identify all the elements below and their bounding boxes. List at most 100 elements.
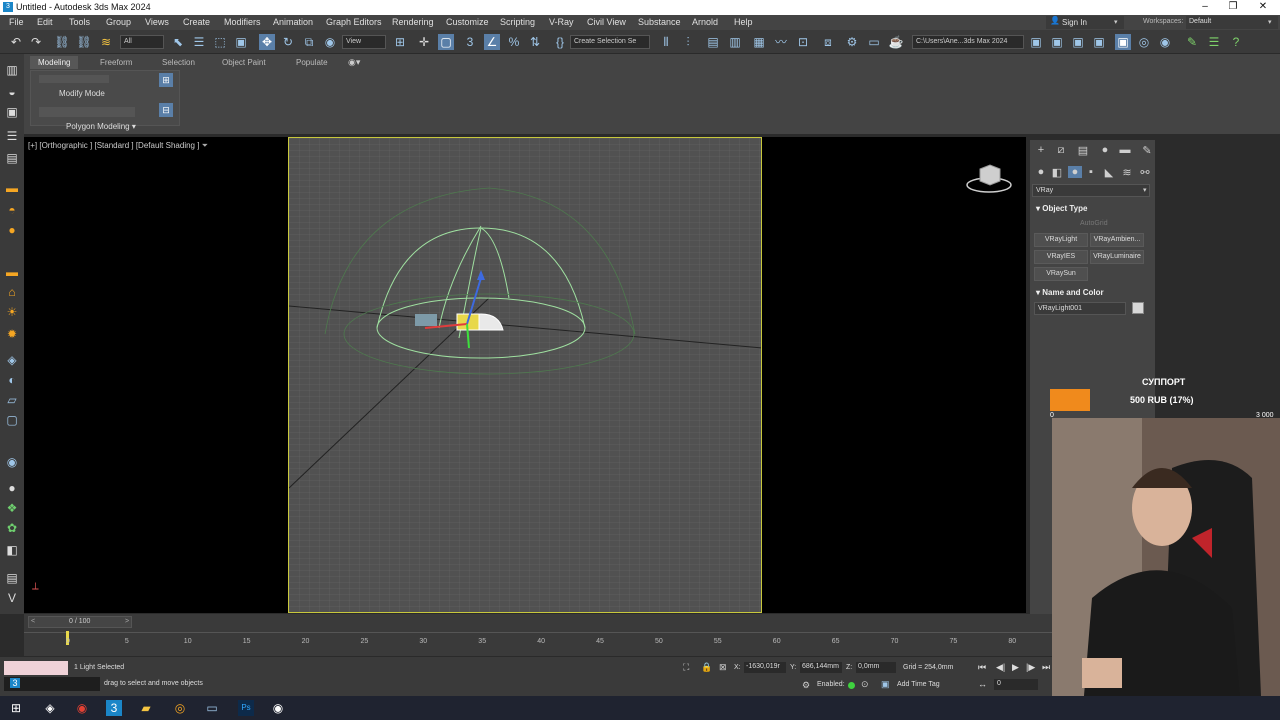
layer-explorer-icon[interactable]: ▥ — [727, 34, 743, 50]
x-coordinate-field[interactable]: -1630,019r — [744, 662, 786, 673]
vray-logo-icon[interactable]: V — [4, 590, 20, 606]
isolate-selection-icon[interactable]: ⛶ — [683, 662, 689, 673]
selection-lock-icon[interactable]: 🔒 — [701, 662, 712, 673]
create-panel-icon[interactable]: ▥ — [4, 62, 20, 78]
plane-icon[interactable]: ▱ — [4, 392, 20, 408]
toggle-ribbon-icon[interactable]: ▦ — [751, 34, 767, 50]
time-tag-icon[interactable]: ▣ — [881, 679, 890, 690]
decal-icon[interactable]: ▢ — [4, 412, 20, 428]
unlink-icon[interactable]: ⛓ — [76, 34, 92, 50]
tab-selection[interactable]: Selection — [154, 56, 203, 69]
align-icon[interactable]: ⫶ — [680, 34, 696, 50]
viewport-label-menu[interactable]: [+] [Orthographic ] [Standard ] [Default… — [28, 141, 208, 151]
menu-arnold[interactable]: Arnold — [692, 17, 718, 27]
name-color-rollout[interactable]: ▾ Name and Color — [1036, 288, 1104, 297]
category-dropdown[interactable]: VRay ▾ — [1032, 184, 1150, 197]
mirror-icon[interactable]: ⫴ — [658, 34, 674, 50]
absolute-mode-icon[interactable]: ⊠ — [719, 662, 727, 673]
vray-light-lister-icon[interactable]: ◎ — [1136, 34, 1152, 50]
sphere-light-icon[interactable]: ● — [4, 222, 20, 238]
vrayambient-button[interactable]: VRayAmbien... — [1090, 233, 1144, 247]
tab-modeling[interactable]: Modeling — [30, 56, 79, 69]
helpers-icon[interactable]: ◣ — [1102, 166, 1116, 179]
vray-toolbar-icon[interactable]: ▣ — [1115, 34, 1131, 50]
spinner-snap-icon[interactable]: ⇅ — [527, 34, 543, 50]
chrome-icon[interactable]: ◉ — [74, 700, 90, 716]
material-icon[interactable]: ◉ — [4, 454, 20, 470]
vrayies-button[interactable]: VRayIES — [1034, 250, 1088, 264]
menu-modifiers[interactable]: Modifiers — [224, 17, 261, 27]
close-button[interactable]: ✕ — [1254, 1, 1272, 12]
copilot-icon[interactable]: ◈ — [42, 700, 58, 716]
systems-icon[interactable]: ⚯ — [1138, 166, 1152, 179]
menu-animation[interactable]: Animation — [273, 17, 313, 27]
adaptive-degradation-icon[interactable]: ⚙ — [802, 680, 810, 691]
snaps-toggle-icon[interactable]: 3 — [462, 34, 478, 50]
select-object-icon[interactable]: ⬉ — [170, 34, 186, 50]
named-selection-dropdown[interactable]: Create Selection Se — [570, 35, 650, 49]
vray-frame-buffer-icon[interactable]: ▣ — [1049, 34, 1065, 50]
redo-icon[interactable]: ↷ — [28, 34, 44, 50]
maximize-button[interactable]: ❐ — [1224, 1, 1242, 12]
menu-graph-editors[interactable]: Graph Editors — [326, 17, 382, 27]
geometry-icon[interactable]: ● — [1034, 166, 1048, 178]
go-to-start-icon[interactable]: ⏮ — [978, 662, 986, 673]
rectangular-selection-icon[interactable]: ⬚ — [212, 34, 228, 50]
windows-start-icon[interactable]: ⊞ — [8, 700, 24, 716]
vray-interactive-icon[interactable]: ▣ — [1091, 34, 1107, 50]
project-folder-field[interactable]: C:\Users\Ane...3ds Max 2024 — [912, 35, 1024, 49]
bind-space-warp-icon[interactable]: ≋ — [98, 34, 114, 50]
add-time-tag[interactable]: Add Time Tag — [897, 681, 940, 688]
selection-filter-dropdown[interactable]: All — [120, 35, 164, 49]
viewcube[interactable] — [966, 161, 1012, 195]
open-project-icon[interactable]: ▣ — [1028, 34, 1044, 50]
schematic-view-icon[interactable]: ⊡ — [795, 34, 811, 50]
menu-substance[interactable]: Substance — [638, 17, 681, 27]
link-icon[interactable]: ⛓ — [54, 34, 70, 50]
tab-freeform[interactable]: Freeform — [92, 56, 140, 69]
lightmix-icon[interactable]: ✿ — [4, 520, 20, 536]
modify-mode-label[interactable]: Modify Mode — [59, 89, 105, 98]
vray-lightmix-icon[interactable]: ✎ — [1184, 34, 1200, 50]
select-manipulate-icon[interactable]: ✛ — [416, 34, 432, 50]
sun-light-icon[interactable]: ☀ — [4, 304, 20, 320]
ies-light-icon[interactable]: ⌂ — [4, 284, 20, 300]
vray-render-icon[interactable]: ▣ — [1070, 34, 1086, 50]
play-icon[interactable]: ▶ — [1012, 662, 1019, 673]
maxscript-listener[interactable] — [4, 661, 68, 675]
mesh-light-icon[interactable]: ✹ — [4, 326, 20, 342]
slider-next-icon[interactable]: > — [125, 618, 129, 625]
select-by-name-icon[interactable]: ☰ — [191, 34, 207, 50]
curve-editor-icon[interactable]: 〰 — [773, 34, 789, 50]
tab-object-paint[interactable]: Object Paint — [214, 56, 274, 69]
key-mode-icon[interactable]: ↔ — [978, 679, 987, 689]
vrayluminaire-button[interactable]: VRayLuminaire — [1090, 250, 1144, 264]
tab-populate[interactable]: Populate — [288, 56, 336, 69]
ribbon-options-icon[interactable]: ◉▾ — [348, 57, 360, 68]
autogrid-checkbox[interactable]: AutoGrid — [1080, 220, 1108, 227]
menu-tools[interactable]: Tools — [69, 17, 90, 27]
display-tab-icon[interactable]: ▬ — [1118, 144, 1132, 156]
current-frame-field[interactable]: 0 — [994, 679, 1038, 690]
keyboard-shortcut-override-icon[interactable]: ▢ — [438, 34, 454, 50]
fur-icon[interactable]: ◐ — [4, 372, 20, 388]
slider-prev-icon[interactable]: < — [31, 618, 35, 625]
blender-icon[interactable]: ◎ — [172, 700, 188, 716]
utilities-tab-icon[interactable]: ✎ — [1140, 144, 1154, 157]
z-coordinate-field[interactable]: 0,0mm — [856, 662, 896, 673]
window-app-icon[interactable]: ▭ — [204, 700, 220, 716]
motion-tab-icon[interactable]: ● — [1098, 144, 1112, 156]
object-type-rollout[interactable]: ▾ Object Type — [1036, 204, 1087, 213]
material-editor-icon[interactable]: ⧈ — [820, 34, 836, 50]
menu-help[interactable]: Help — [734, 17, 753, 27]
photoshop-icon[interactable]: Ps — [238, 700, 254, 716]
minimize-button[interactable]: – — [1196, 1, 1214, 12]
cameras-icon[interactable]: ▪ — [1084, 166, 1098, 178]
vray-asset-editor-icon[interactable]: ☰ — [1206, 34, 1222, 50]
sphere-material-icon[interactable]: ● — [4, 480, 20, 496]
shapes-icon[interactable]: ◧ — [1050, 166, 1064, 179]
render-production-icon[interactable]: ☕ — [888, 34, 904, 50]
select-and-move-icon[interactable]: ✥ — [259, 34, 275, 50]
hierarchy-tab-icon[interactable]: ▤ — [1076, 144, 1090, 157]
select-and-scale-icon[interactable]: ⧉ — [301, 34, 317, 50]
